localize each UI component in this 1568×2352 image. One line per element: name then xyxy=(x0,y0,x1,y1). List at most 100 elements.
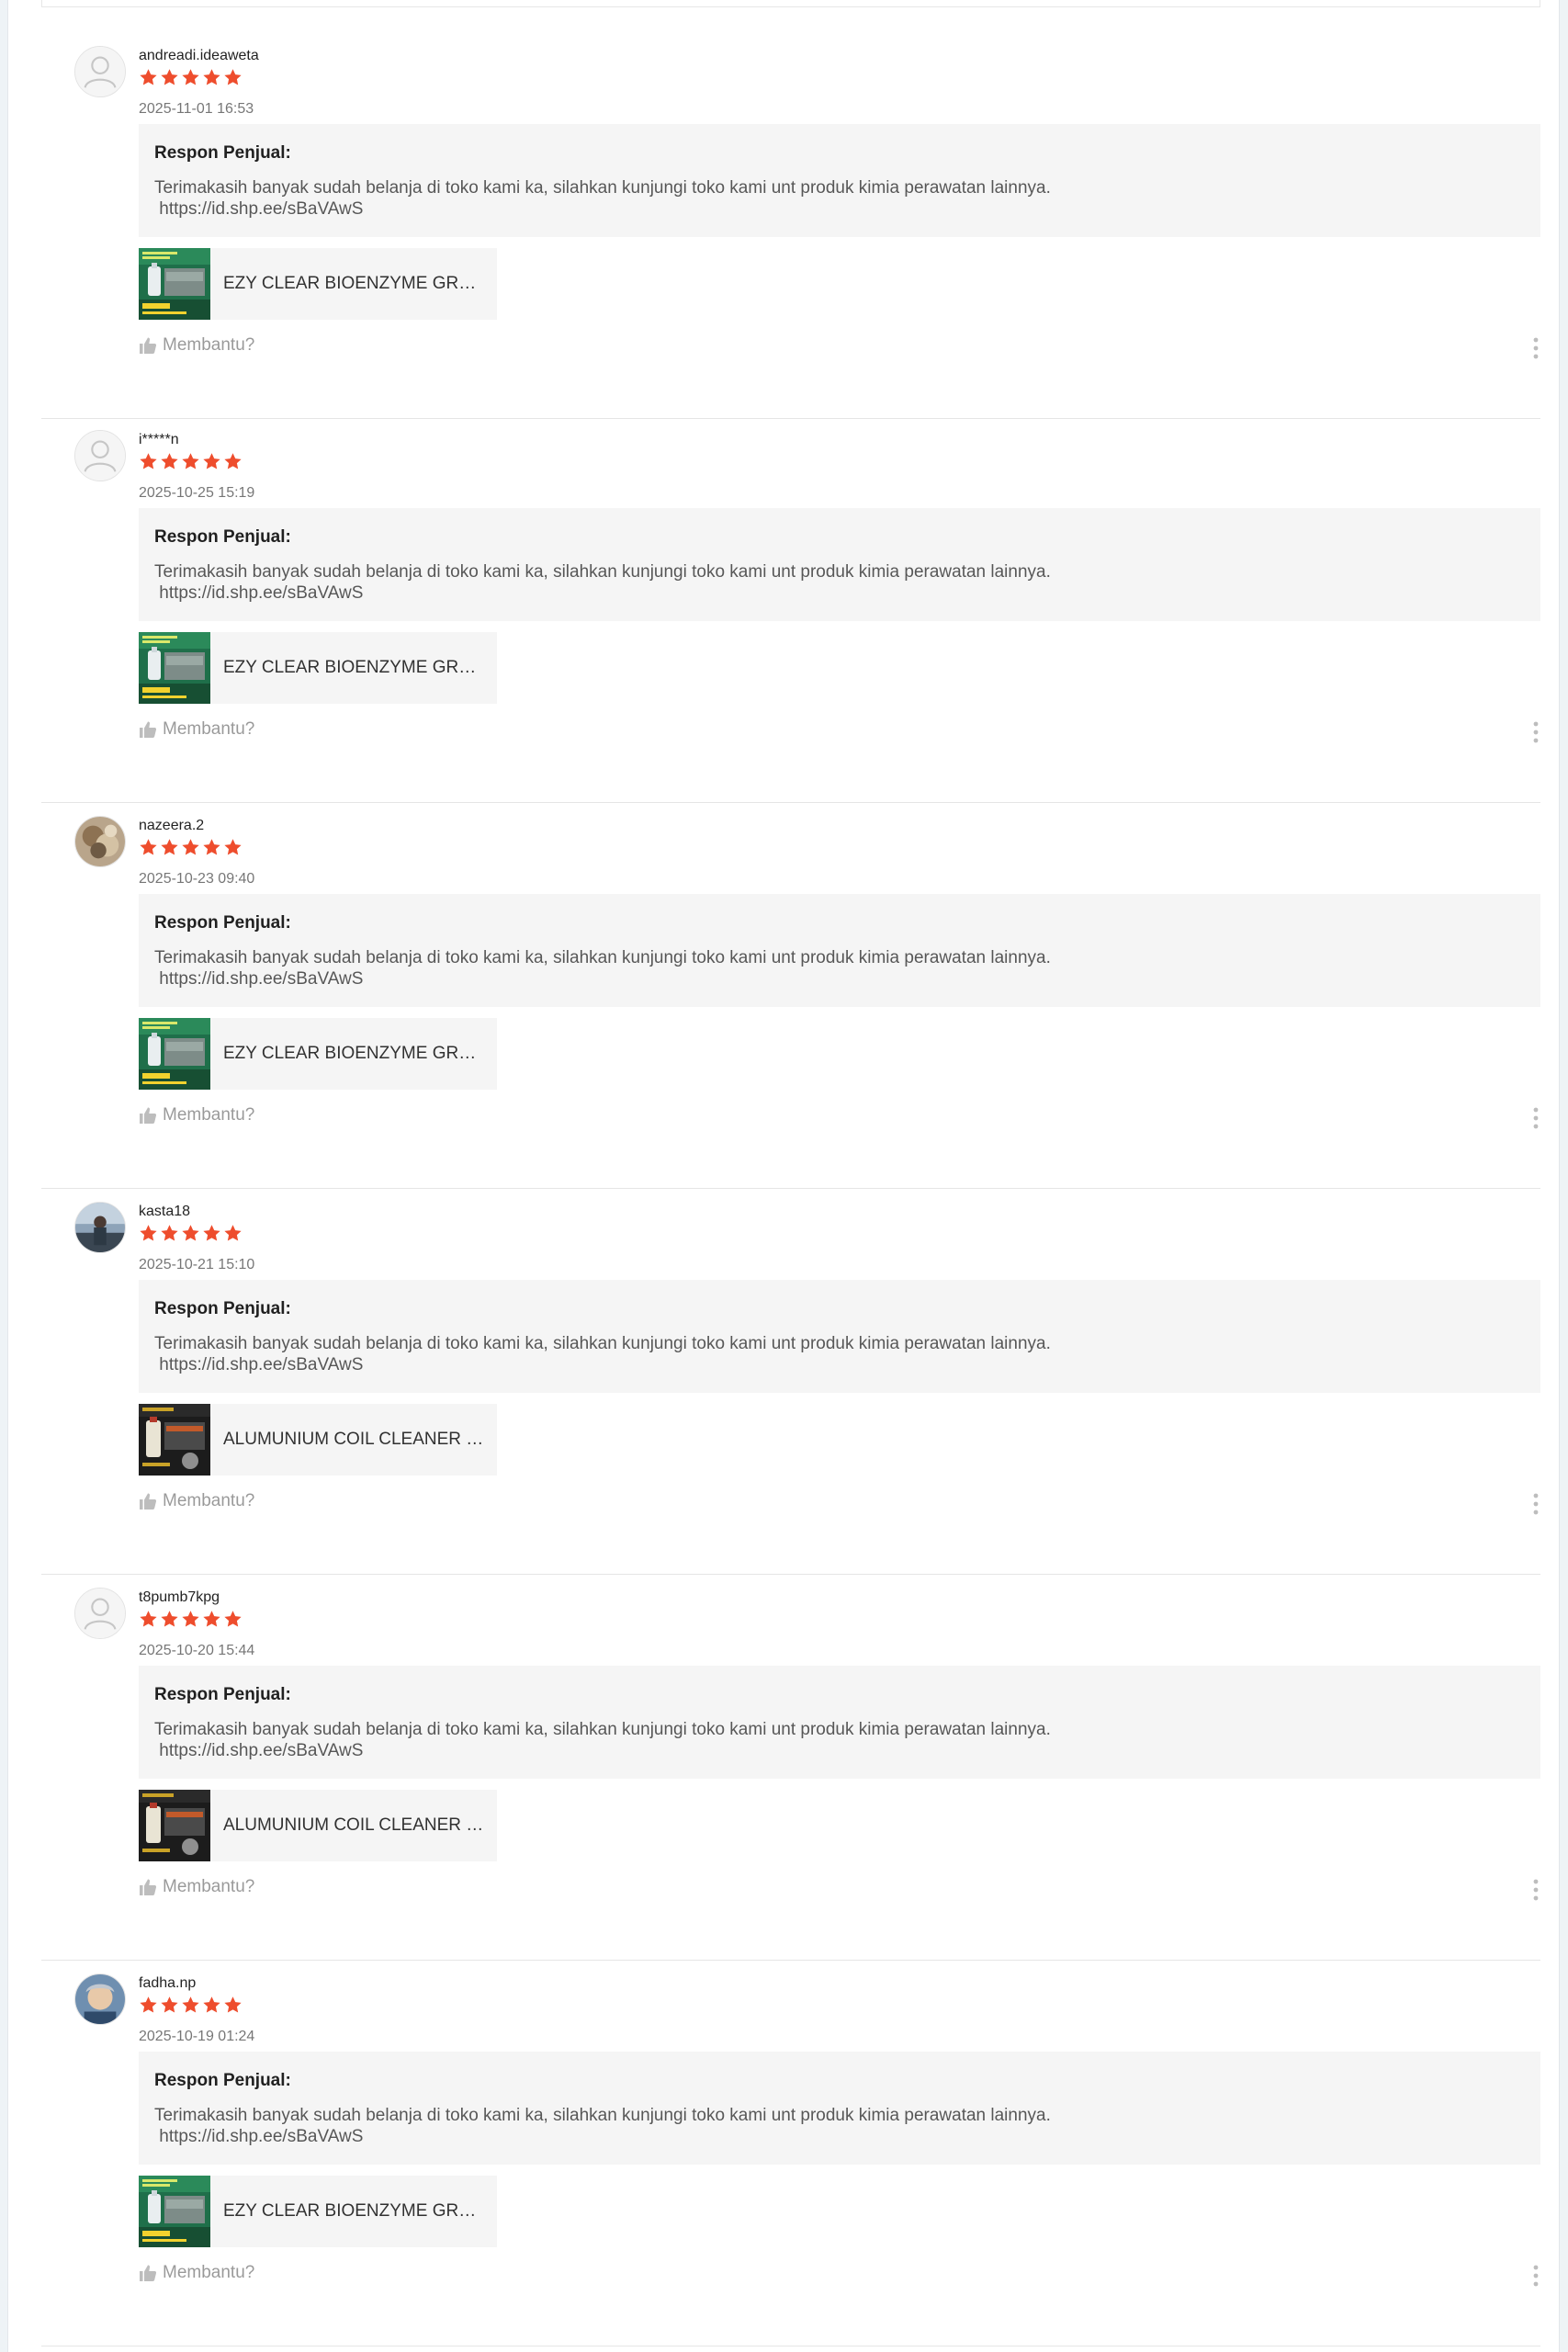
star-icon xyxy=(182,453,199,469)
reviewer-username[interactable]: fadha.np xyxy=(139,1975,196,1992)
review-date: 2025-10-25 15:19 xyxy=(139,485,255,501)
product-card[interactable]: EZY CLEAR BIOENZYME GREASE EATER xyxy=(139,2176,497,2247)
star-icon xyxy=(203,1996,220,2013)
star-icon xyxy=(224,453,242,469)
product-name: ALUMUNIUM COIL CLEANER / PEMBERSIH xyxy=(223,1815,485,1835)
review-date: 2025-11-01 16:53 xyxy=(139,101,254,117)
star-icon xyxy=(161,839,178,855)
response-text: Terimakasih banyak sudah belanja di toko… xyxy=(154,2106,1051,2146)
helpful-label: Membantu? xyxy=(163,1105,255,1125)
product-card[interactable]: ALUMUNIUM COIL CLEANER / PEMBERSIH xyxy=(139,1404,497,1476)
response-text: Terimakasih banyak sudah belanja di toko… xyxy=(154,1334,1051,1374)
review-item: fadha.np 2025-10-19 01:24 Respon Penjual… xyxy=(41,1962,1540,2346)
default-user-icon xyxy=(75,1589,125,1638)
thumbs-up-icon xyxy=(140,2265,157,2281)
helpful-button[interactable]: Membantu? xyxy=(139,333,254,358)
green-bottle-thumbnail xyxy=(139,1018,210,1090)
reviewer-username[interactable]: andreadi.ideaweta xyxy=(139,48,259,64)
response-title: Respon Penjual: xyxy=(154,913,291,933)
helpful-label: Membantu? xyxy=(163,2263,255,2282)
product-card[interactable]: ALUMUNIUM COIL CLEANER / PEMBERSIH xyxy=(139,1790,497,1861)
more-options-button[interactable] xyxy=(1529,336,1542,360)
seller-response: Respon Penjual: Terimakasih banyak sudah… xyxy=(139,1666,1540,1779)
green-bottle-thumbnail xyxy=(139,632,210,704)
seller-response: Respon Penjual: Terimakasih banyak sudah… xyxy=(139,124,1540,237)
user-avatar[interactable] xyxy=(74,816,126,867)
default-user-icon xyxy=(75,431,125,481)
thumbs-up-icon xyxy=(140,1879,157,1895)
star-icon xyxy=(140,453,157,469)
more-options-button[interactable] xyxy=(1529,1492,1542,1516)
review-item: andreadi.ideaweta 2025-11-01 16:53 Respo… xyxy=(41,35,1540,419)
more-vertical-icon xyxy=(1533,2265,1539,2287)
reviewer-username[interactable]: i*****n xyxy=(139,432,179,448)
seller-response: Respon Penjual: Terimakasih banyak sudah… xyxy=(139,1280,1540,1393)
product-name: EZY CLEAR BIOENZYME GREASE EATER xyxy=(223,1044,485,1063)
coil-cleaner-thumbnail xyxy=(139,1790,210,1861)
more-options-button[interactable] xyxy=(1529,720,1542,744)
more-options-button[interactable] xyxy=(1529,1878,1542,1902)
response-title: Respon Penjual: xyxy=(154,1299,291,1318)
user-avatar[interactable] xyxy=(74,46,126,97)
response-title: Respon Penjual: xyxy=(154,527,291,547)
seller-response: Respon Penjual: Terimakasih banyak sudah… xyxy=(139,894,1540,1007)
product-card[interactable]: EZY CLEAR BIOENZYME GREASE EATER xyxy=(139,632,497,704)
more-vertical-icon xyxy=(1533,1107,1539,1129)
review-item: i*****n 2025-10-25 15:19 Respon Penjual:… xyxy=(41,419,1540,803)
star-icon xyxy=(161,453,178,469)
star-rating xyxy=(139,1224,243,1244)
photo-avatar xyxy=(75,1974,125,2024)
helpful-button[interactable]: Membantu? xyxy=(139,1874,254,1900)
user-avatar[interactable] xyxy=(74,430,126,481)
more-options-button[interactable] xyxy=(1529,2264,1542,2288)
product-card[interactable]: EZY CLEAR BIOENZYME GREASE EATER xyxy=(139,1018,497,1090)
star-icon xyxy=(224,839,242,855)
product-name: EZY CLEAR BIOENZYME GREASE EATER xyxy=(223,2201,485,2221)
star-icon xyxy=(140,69,157,85)
response-title: Respon Penjual: xyxy=(154,143,291,163)
user-avatar[interactable] xyxy=(74,1973,126,2025)
star-rating xyxy=(139,452,243,472)
star-icon xyxy=(161,1225,178,1241)
seller-response: Respon Penjual: Terimakasih banyak sudah… xyxy=(139,2052,1540,2165)
coil-cleaner-thumbnail xyxy=(139,1404,210,1476)
star-icon xyxy=(224,1611,242,1627)
reviewer-username[interactable]: t8pumb7kpg xyxy=(139,1589,220,1606)
review-date: 2025-10-23 09:40 xyxy=(139,871,255,887)
review-item: kasta18 2025-10-21 15:10 Respon Penjual:… xyxy=(41,1191,1540,1575)
product-name: EZY CLEAR BIOENZYME GREASE EATER xyxy=(223,658,485,677)
seller-response: Respon Penjual: Terimakasih banyak sudah… xyxy=(139,508,1540,621)
response-text: Terimakasih banyak sudah belanja di toko… xyxy=(154,562,1051,603)
review-date: 2025-10-19 01:24 xyxy=(139,2029,255,2044)
star-icon xyxy=(140,1611,157,1627)
previous-review-bottom xyxy=(41,0,1540,7)
user-avatar[interactable] xyxy=(74,1202,126,1253)
star-icon xyxy=(182,69,199,85)
response-text: Terimakasih banyak sudah belanja di toko… xyxy=(154,1720,1051,1760)
product-name: ALUMUNIUM COIL CLEANER / PEMBERSIH xyxy=(223,1430,485,1449)
star-icon xyxy=(182,839,199,855)
more-options-button[interactable] xyxy=(1529,1106,1542,1130)
reviewer-username[interactable]: kasta18 xyxy=(139,1204,190,1220)
more-vertical-icon xyxy=(1533,337,1539,359)
reviewer-username[interactable]: nazeera.2 xyxy=(139,818,204,834)
helpful-button[interactable]: Membantu? xyxy=(139,1488,254,1514)
star-icon xyxy=(161,1611,178,1627)
star-rating xyxy=(139,1610,243,1630)
review-item: t8pumb7kpg 2025-10-20 15:44 Respon Penju… xyxy=(41,1577,1540,1961)
reviews-page: andreadi.ideaweta 2025-11-01 16:53 Respo… xyxy=(7,0,1560,2352)
star-icon xyxy=(224,1225,242,1241)
default-user-icon xyxy=(75,47,125,96)
helpful-button[interactable]: Membantu? xyxy=(139,717,254,742)
product-name: EZY CLEAR BIOENZYME GREASE EATER xyxy=(223,274,485,293)
thumbs-up-icon xyxy=(140,1107,157,1124)
user-avatar[interactable] xyxy=(74,1588,126,1639)
thumbs-up-icon xyxy=(140,721,157,738)
review-date: 2025-10-21 15:10 xyxy=(139,1257,255,1272)
star-icon xyxy=(203,1225,220,1241)
helpful-button[interactable]: Membantu? xyxy=(139,2260,254,2286)
helpful-button[interactable]: Membantu? xyxy=(139,1102,254,1128)
star-icon xyxy=(161,1996,178,2013)
product-card[interactable]: EZY CLEAR BIOENZYME GREASE EATER xyxy=(139,248,497,320)
green-bottle-thumbnail xyxy=(139,2176,210,2247)
